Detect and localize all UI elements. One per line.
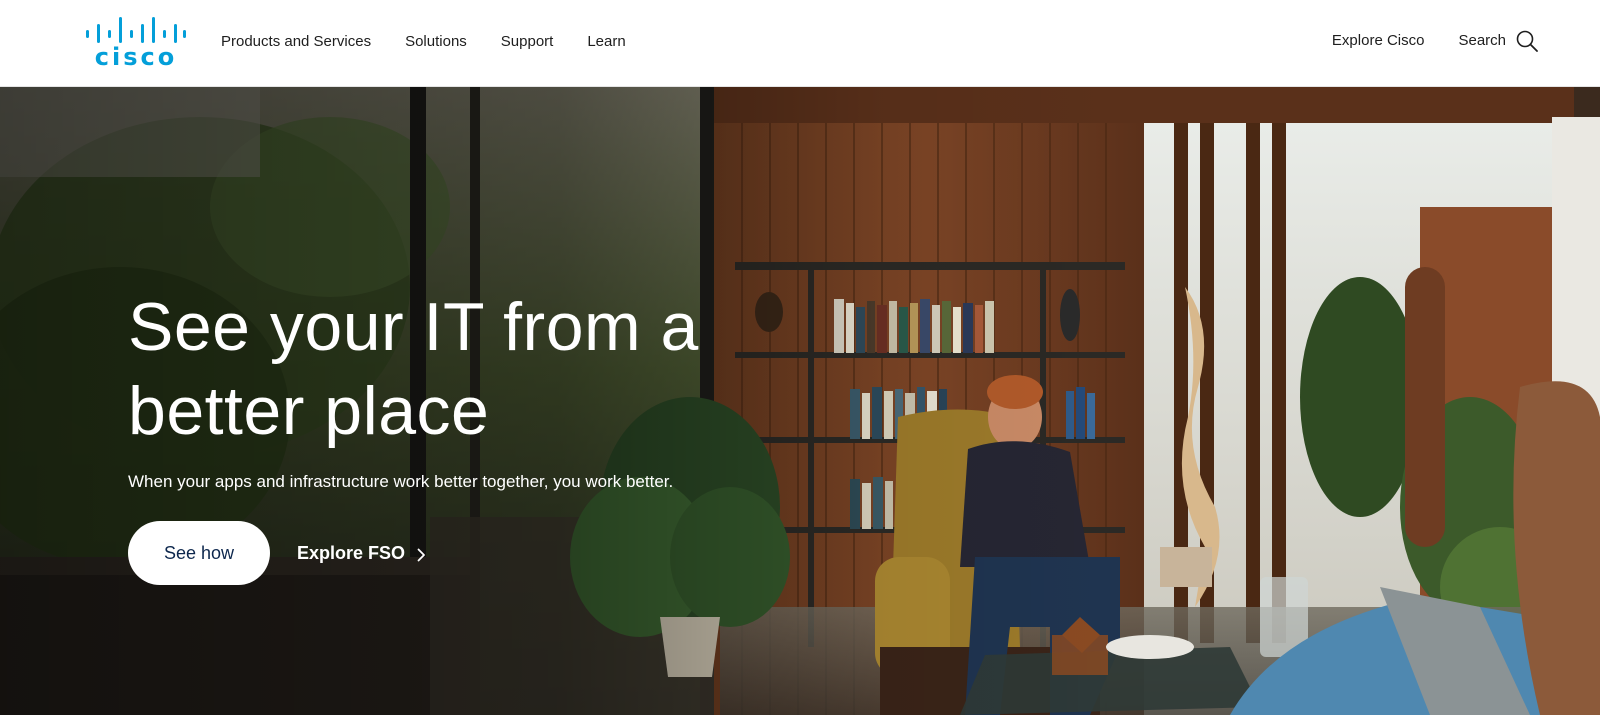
explore-fso-link[interactable]: Explore FSO: [297, 521, 426, 585]
explore-fso-label: Explore FSO: [297, 542, 406, 563]
nav-learn[interactable]: Learn: [587, 33, 625, 50]
cisco-logo[interactable]: cisco: [85, 15, 187, 71]
hero-headline-line-1: See your IT from a: [128, 289, 699, 365]
hero-banner: See your IT from a better place When you…: [0, 87, 1600, 715]
search-button[interactable]: Search: [1458, 30, 1538, 52]
hero-headline-line-2: better place: [128, 373, 490, 449]
see-how-button[interactable]: See how: [128, 521, 270, 585]
explore-cisco-link[interactable]: Explore Cisco: [1332, 32, 1425, 49]
chevron-right-icon: [417, 546, 426, 562]
nav-solutions[interactable]: Solutions: [405, 33, 467, 50]
search-icon: [1516, 30, 1538, 52]
site-header: cisco Products and Services Solutions Su…: [0, 0, 1600, 87]
search-label: Search: [1458, 32, 1506, 49]
logo-wordmark: cisco: [94, 43, 178, 71]
utility-nav: Explore Cisco Search: [1332, 0, 1538, 81]
nav-products-and-services[interactable]: Products and Services: [221, 33, 371, 50]
hero-headline: See your IT from a better place: [128, 285, 768, 453]
cisco-bridge-logo-icon: [86, 17, 186, 43]
primary-nav: Products and Services Solutions Support …: [221, 0, 660, 83]
hero-subtitle: When your apps and infrastructure work b…: [128, 472, 674, 491]
nav-support[interactable]: Support: [501, 33, 554, 50]
